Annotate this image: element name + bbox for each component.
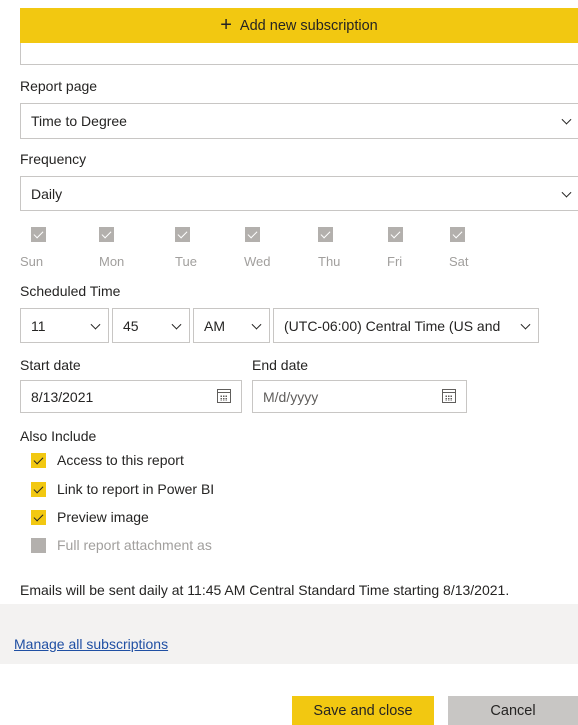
day-checkbox-mon[interactable] [99,227,114,242]
start-date-value: 8/13/2021 [31,388,94,405]
full-attachment-checkbox[interactable] [31,538,46,553]
manage-subscriptions-link[interactable]: Manage all subscriptions [14,636,168,652]
day-checkbox-fri[interactable] [388,227,403,242]
access-report-checkbox[interactable] [31,453,46,468]
minute-select[interactable]: 45 [112,308,190,343]
save-and-close-button[interactable]: Save and close [292,696,434,725]
calendar-icon[interactable] [217,389,231,403]
plus-icon: + [220,13,232,36]
link-report-label: Link to report in Power BI [57,481,215,497]
add-subscription-button[interactable]: + Add new subscription [20,8,578,43]
day-checkbox-sun[interactable] [31,227,46,242]
also-include-label: Also Include [20,428,97,444]
end-date-placeholder: M/d/yyyy [263,388,319,405]
add-subscription-label: Add new subscription [239,17,378,34]
frequency-select[interactable]: Daily [20,176,578,211]
report-page-value: Time to Degree [31,113,127,129]
summary-text: Emails will be sent daily at 11:45 AM Ce… [20,582,510,598]
hour-select[interactable]: 11 [20,308,109,343]
timezone-select[interactable]: (UTC-06:00) Central Time (US and [273,308,539,343]
preview-image-label: Preview image [57,509,149,525]
access-report-label: Access to this report [57,452,184,468]
day-label-tue: Tue [175,254,197,269]
subject-input[interactable] [20,43,578,65]
scheduled-time-label: Scheduled Time [20,283,121,299]
report-page-label: Report page [20,78,98,94]
chevron-down-icon [561,114,572,125]
day-checkbox-thu[interactable] [318,227,333,242]
timezone-value: (UTC-06:00) Central Time (US and [284,317,501,334]
end-date-label: End date [252,357,309,373]
end-date-input[interactable]: M/d/yyyy [252,380,467,413]
chevron-down-icon [251,319,262,330]
chevron-down-icon [520,319,531,330]
day-label-wed: Wed [244,254,271,269]
preview-image-checkbox[interactable] [31,510,46,525]
full-attachment-label: Full report attachment as [57,537,212,553]
frequency-value: Daily [31,185,63,202]
frequency-label: Frequency [20,151,87,167]
day-label-mon: Mon [99,254,125,269]
minute-value: 45 [123,317,139,334]
start-date-label: Start date [20,357,81,373]
day-label-fri: Fri [387,254,403,269]
start-date-input[interactable]: 8/13/2021 [20,380,242,413]
day-checkbox-sat[interactable] [450,227,465,242]
ampm-value: AM [204,317,225,334]
day-label-thu: Thu [318,254,341,269]
day-checkbox-tue[interactable] [175,227,190,242]
day-label-sun: Sun [20,254,44,269]
calendar-icon[interactable] [442,389,456,403]
chevron-down-icon [171,319,182,330]
chevron-down-icon [90,319,101,330]
hour-value: 11 [31,317,46,334]
cancel-button[interactable]: Cancel [448,696,578,725]
link-report-checkbox[interactable] [31,482,46,497]
day-label-sat: Sat [449,254,469,269]
manage-section [0,604,578,664]
day-checkbox-wed[interactable] [245,227,260,242]
report-page-select[interactable]: Time to Degree [20,103,578,139]
ampm-select[interactable]: AM [193,308,270,343]
chevron-down-icon [561,187,572,198]
